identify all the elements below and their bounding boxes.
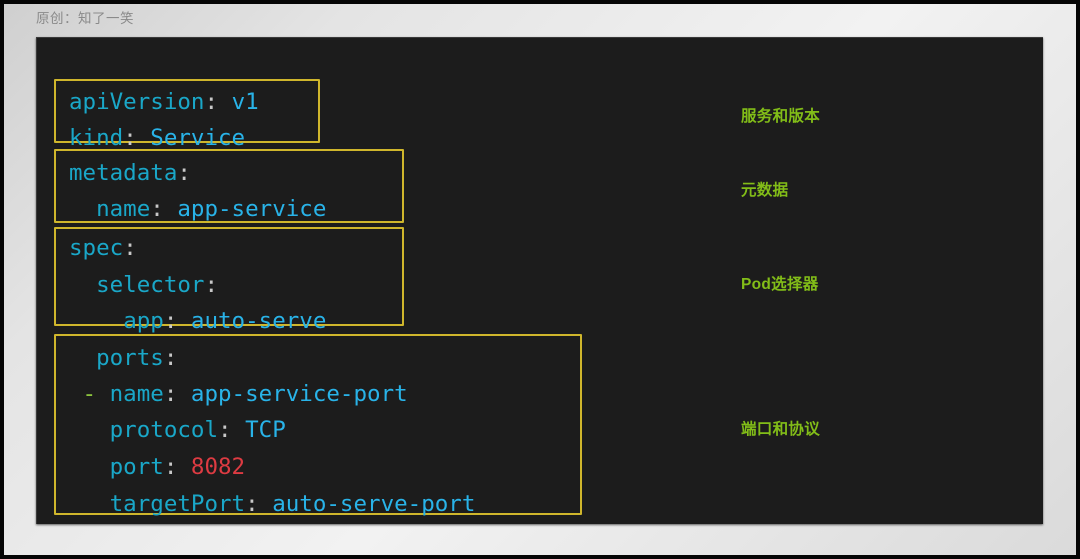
yaml-key: spec [69, 235, 124, 261]
yaml-colon: : [163, 381, 178, 407]
code-line: spec: [37, 230, 677, 266]
code-line: app: auto-serve [37, 303, 677, 339]
yaml-key: kind [69, 125, 124, 151]
yaml-colon: : [150, 196, 164, 222]
annotation-service-version: 服务和版本 [741, 108, 821, 125]
frame-left-border [0, 0, 4, 559]
yaml-key: name [109, 381, 164, 407]
yaml-colon: : [204, 89, 219, 115]
yaml-list-dash-icon: - [82, 381, 97, 407]
yaml-value: v1 [231, 89, 259, 115]
annotation-pod-selector: Pod选择器 [741, 276, 819, 293]
frame-top-border [0, 0, 1080, 4]
code-line: apiVersion: v1 [37, 84, 677, 120]
yaml-number-value: 8082 [190, 454, 246, 480]
frame-bottom-border [0, 555, 1080, 559]
yaml-colon: : [123, 235, 137, 261]
yaml-colon: : [163, 308, 178, 334]
code-line: targetPort: auto-serve-port [37, 486, 677, 522]
yaml-value: TCP [245, 417, 286, 443]
code-panel: apiVersion: v1 kind: Service metadata: n… [36, 37, 1043, 524]
yaml-value: auto-serve-port [272, 491, 476, 517]
credit-line: 原创：知了一笑 [36, 11, 134, 26]
yaml-key: targetPort [109, 491, 246, 517]
frame-right-border [1076, 0, 1080, 559]
yaml-value: auto-serve [190, 308, 327, 334]
code-line: ports: [37, 340, 677, 376]
code-line: port: 8082 [37, 449, 677, 485]
yaml-value: app-service [177, 196, 327, 222]
code-line: selector: [37, 267, 677, 303]
annotation-metadata: 元数据 [741, 182, 789, 199]
yaml-key: ports [96, 345, 164, 371]
code-line: - name: app-service-port [37, 376, 677, 412]
yaml-key: apiVersion [69, 89, 205, 115]
page-frame: 原创：知了一笑 apiVersion: v1 kind: Service met… [0, 0, 1080, 559]
code-line: name: app-service [37, 191, 677, 227]
yaml-colon: : [245, 491, 259, 517]
code-line: kind: Service [37, 120, 677, 156]
yaml-colon: : [177, 160, 191, 186]
yaml-key: app [123, 308, 164, 334]
annotation-column: 服务和版本 元数据 Pod选择器 端口和协议 [697, 38, 1043, 524]
annotation-ports-protocol: 端口和协议 [741, 421, 821, 438]
code-line: metadata: [37, 155, 677, 191]
yaml-colon: : [123, 125, 137, 151]
yaml-colon: : [204, 272, 219, 298]
yaml-code-block: apiVersion: v1 kind: Service metadata: n… [37, 38, 677, 524]
yaml-value: app-service-port [190, 381, 408, 407]
yaml-colon: : [163, 345, 178, 371]
yaml-key: protocol [109, 417, 219, 443]
yaml-colon: : [163, 454, 178, 480]
yaml-key: selector [96, 272, 205, 298]
yaml-colon: : [218, 417, 232, 443]
yaml-key: metadata [69, 160, 178, 186]
yaml-value: Service [150, 125, 246, 151]
yaml-key: name [96, 196, 151, 222]
yaml-key: port [109, 454, 164, 480]
code-line: protocol: TCP [37, 412, 677, 448]
